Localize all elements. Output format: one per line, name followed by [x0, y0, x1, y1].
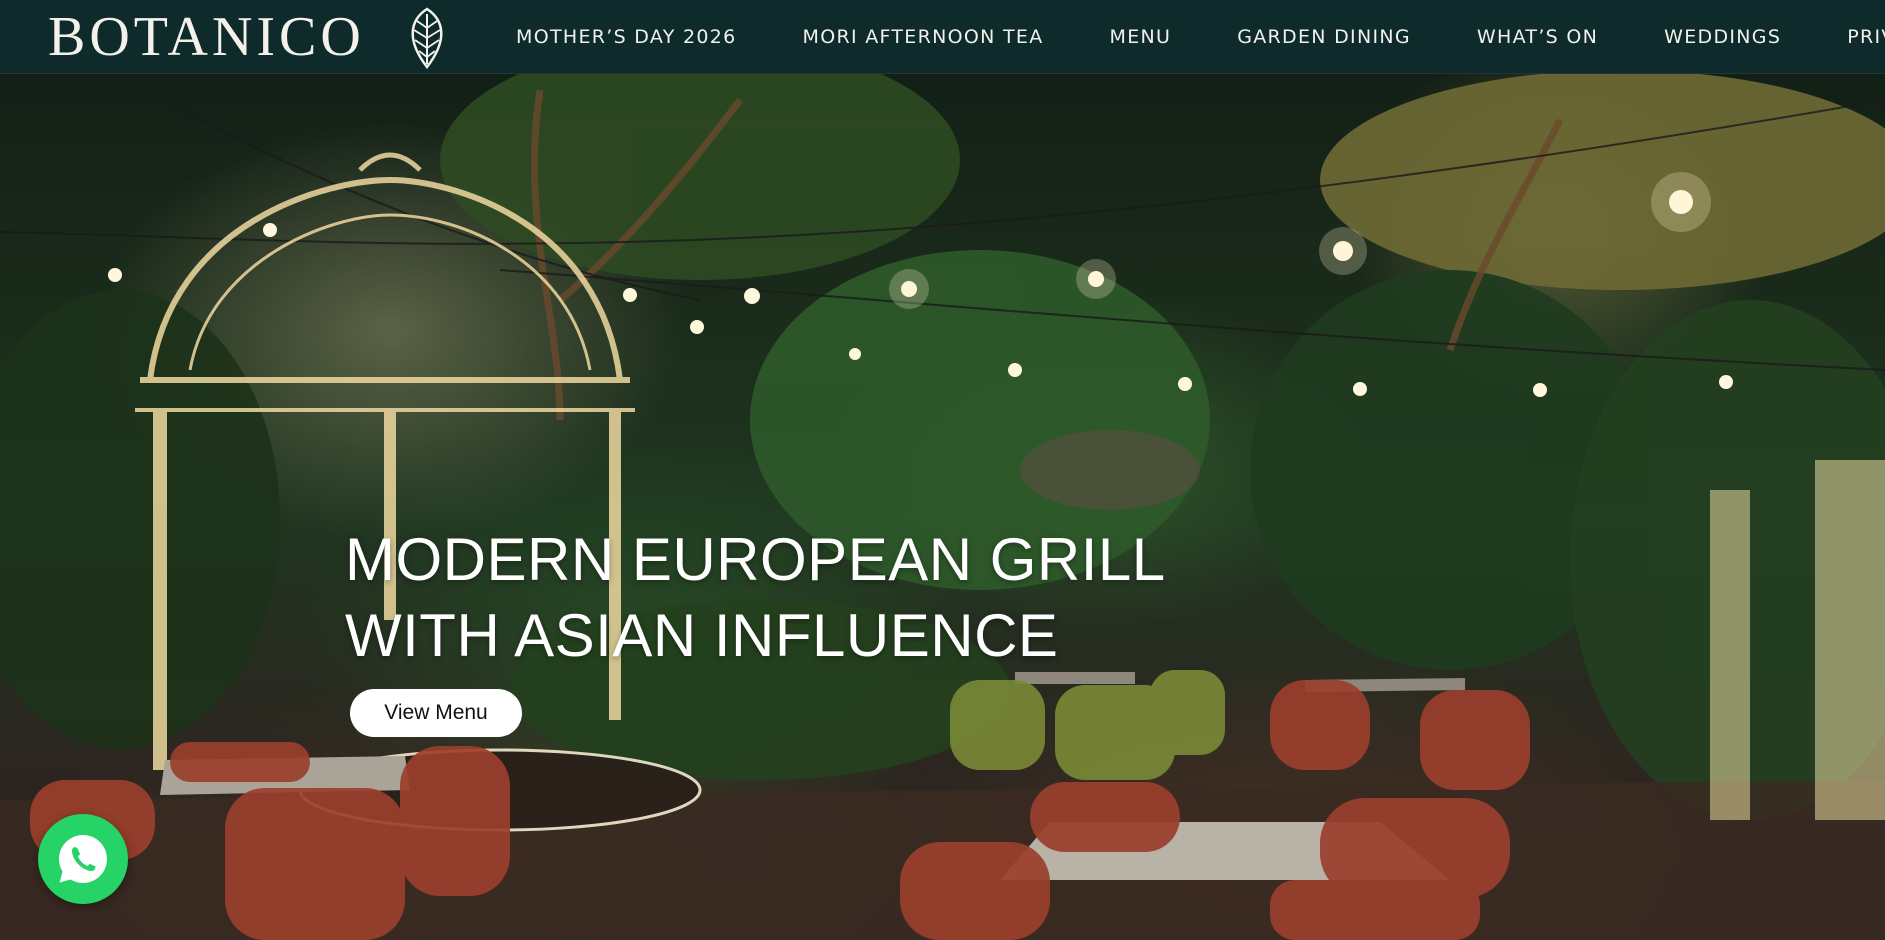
view-menu-button[interactable]: View Menu — [350, 689, 522, 737]
hero-headline-line-1: MODERN EUROPEAN GRILL — [345, 526, 1166, 593]
whatsapp-icon — [59, 835, 107, 883]
page: BOTANICO MOTHER’S DAY 2026 MORI AFTERNOO… — [0, 0, 1885, 940]
hero-headline-line-2: WITH ASIAN INFLUENCE — [345, 602, 1059, 669]
nav-item-whats-on[interactable]: WHAT’S ON — [1477, 26, 1598, 48]
nav-item-private-events[interactable]: PRIVATE EV — [1847, 26, 1885, 48]
brand-wordmark[interactable]: BOTANICO — [48, 9, 365, 65]
whatsapp-chat-button[interactable] — [38, 814, 128, 904]
nav-item-garden-dining[interactable]: GARDEN DINING — [1237, 26, 1411, 48]
leaf-icon[interactable] — [402, 6, 452, 70]
nav-item-mothers-day[interactable]: MOTHER’S DAY 2026 — [516, 26, 737, 48]
hero-headline: MODERN EUROPEAN GRILL WITH ASIAN INFLUENC… — [345, 522, 1166, 674]
main-menu: MOTHER’S DAY 2026 MORI AFTERNOON TEA MEN… — [516, 0, 1885, 73]
nav-item-menu[interactable]: MENU — [1110, 26, 1172, 48]
garden-scene-illustration — [0, 40, 1885, 940]
nav-item-mori-afternoon-tea[interactable]: MORI AFTERNOON TEA — [803, 26, 1044, 48]
top-navigation-bar: BOTANICO MOTHER’S DAY 2026 MORI AFTERNOO… — [0, 0, 1885, 74]
hero-background-photo — [0, 0, 1885, 940]
brand-logo[interactable]: BOTANICO — [48, 6, 365, 68]
nav-item-weddings[interactable]: WEDDINGS — [1664, 26, 1781, 48]
